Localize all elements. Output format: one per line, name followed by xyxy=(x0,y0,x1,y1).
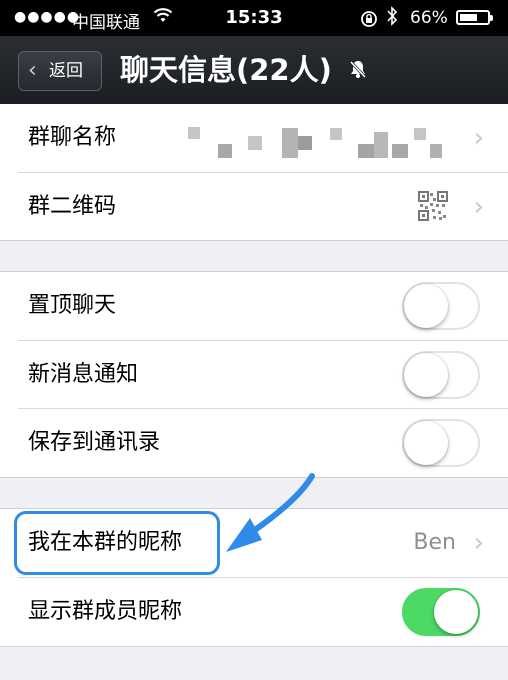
new-message-notify-row: 新消息通知 xyxy=(0,341,508,409)
qr-code-row[interactable]: 群二维码 › xyxy=(0,173,508,241)
pin-chat-label: 置顶聊天 xyxy=(28,293,117,318)
battery-fill xyxy=(460,14,478,21)
rotation-lock-icon xyxy=(360,10,378,33)
qr-code-icon xyxy=(418,191,448,225)
qr-code-label: 群二维码 xyxy=(28,194,117,219)
battery-percent: 66% xyxy=(410,8,448,28)
section-gap xyxy=(0,478,508,508)
new-message-notify-toggle[interactable] xyxy=(402,351,480,399)
new-message-notify-label: 新消息通知 xyxy=(28,362,139,387)
back-button[interactable]: ‹ 返回 xyxy=(18,51,102,91)
chevron-left-icon: ‹ xyxy=(28,58,37,83)
chevron-right-icon: › xyxy=(473,528,484,558)
save-to-contacts-label: 保存到通讯录 xyxy=(28,430,161,455)
navigation-bar: ‹ 返回 聊天信息(22人) xyxy=(0,36,508,105)
battery-icon xyxy=(456,10,493,25)
toggle-knob xyxy=(434,590,478,634)
back-button-label: 返回 xyxy=(49,61,83,81)
show-member-nicknames-row: 显示群成员昵称 xyxy=(0,578,508,646)
toggle-knob xyxy=(404,353,448,397)
section-gap xyxy=(0,647,508,680)
highlight-box xyxy=(14,511,220,575)
show-member-nicknames-label: 显示群成员昵称 xyxy=(28,599,183,624)
section-gap xyxy=(0,241,508,271)
save-to-contacts-toggle[interactable] xyxy=(402,419,480,467)
group-name-label: 群聊名称 xyxy=(28,125,117,150)
mute-bell-icon xyxy=(348,59,368,79)
page-title: 聊天信息(22人) xyxy=(120,53,332,87)
my-group-nickname-value: Ben xyxy=(413,530,456,555)
save-to-contacts-row: 保存到通讯录 xyxy=(0,409,508,477)
pin-chat-toggle[interactable] xyxy=(402,282,480,330)
status-bar: ●●●●● 中国联通 15:33 66% xyxy=(0,0,508,36)
group-name-row[interactable]: 群聊名称 › xyxy=(0,104,508,172)
toggle-knob xyxy=(404,284,448,328)
pin-chat-row: 置顶聊天 xyxy=(0,272,508,340)
chevron-right-icon: › xyxy=(473,192,484,222)
chevron-right-icon: › xyxy=(473,123,484,153)
bluetooth-icon xyxy=(386,6,398,31)
show-member-nicknames-toggle[interactable] xyxy=(402,588,480,636)
toggle-knob xyxy=(404,421,448,465)
